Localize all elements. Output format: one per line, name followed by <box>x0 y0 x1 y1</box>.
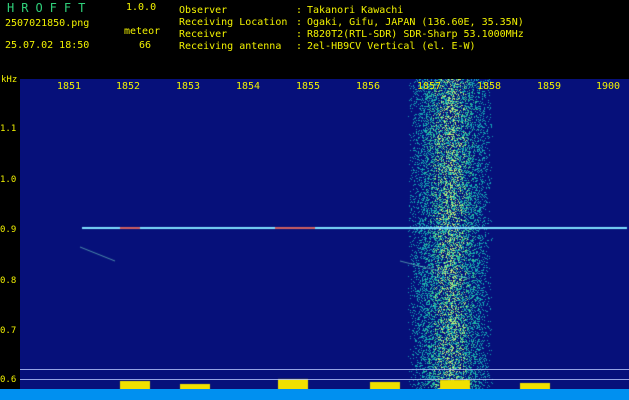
x-tick-label: 1857 <box>416 81 442 92</box>
x-tick-label: 1851 <box>56 81 82 92</box>
y-tick-label: 1.0 <box>0 175 17 185</box>
info-value-antenna: 2el-HB9CV Vertical (el. E-W) <box>307 41 476 52</box>
spectrogram-noise <box>20 79 629 400</box>
x-tick-label: 1858 <box>476 81 502 92</box>
x-tick-label: 1859 <box>536 81 562 92</box>
x-tick-label: 1900 <box>595 81 621 92</box>
info-key-observer: Observer <box>179 5 228 16</box>
app-title: HROFFT <box>7 1 93 15</box>
meteor-label: meteor <box>124 26 161 37</box>
signal-level-bar <box>0 389 629 400</box>
info-value-location: Ogaki, Gifu, JAPAN (136.60E, 35.35N) <box>307 17 524 28</box>
info-separator: : <box>296 5 303 16</box>
guide-line <box>20 369 629 370</box>
datetime-label: 25.07.02 18:50 <box>5 40 90 51</box>
info-value-receiver: R820T2(RTL-SDR) SDR-Sharp 53.1000MHz <box>307 29 524 40</box>
info-separator: : <box>296 29 303 40</box>
y-tick-label: 0.7 <box>0 326 17 336</box>
y-tick-label: 0.8 <box>0 276 17 286</box>
x-tick-label: 1855 <box>295 81 321 92</box>
info-key-antenna: Receiving antenna <box>179 41 282 52</box>
filename-label: 2507021850.png <box>5 18 90 29</box>
y-tick-label: 1.1 <box>0 124 17 134</box>
app-version: 1.0.0 <box>126 2 157 13</box>
x-tick-label: 1856 <box>355 81 381 92</box>
x-tick-label: 1852 <box>115 81 141 92</box>
x-tick-label: 1854 <box>235 81 261 92</box>
header-panel: HROFFT 1.0.0 2507021850.png meteor 25.07… <box>0 0 629 78</box>
info-key-receiver: Receiver <box>179 29 228 40</box>
info-separator: : <box>296 41 303 52</box>
x-tick-label: 1853 <box>175 81 201 92</box>
info-value-observer: Takanori Kawachi <box>307 5 404 16</box>
y-tick-label: 0.6 <box>0 375 17 385</box>
y-tick-label: 0.9 <box>0 225 17 235</box>
info-key-location: Receiving Location <box>179 17 288 28</box>
y-axis-unit: kHz <box>1 75 18 85</box>
guide-line <box>20 379 629 380</box>
info-separator: : <box>296 17 303 28</box>
meteor-count: 66 <box>139 40 152 51</box>
spectrogram-area <box>20 79 629 400</box>
